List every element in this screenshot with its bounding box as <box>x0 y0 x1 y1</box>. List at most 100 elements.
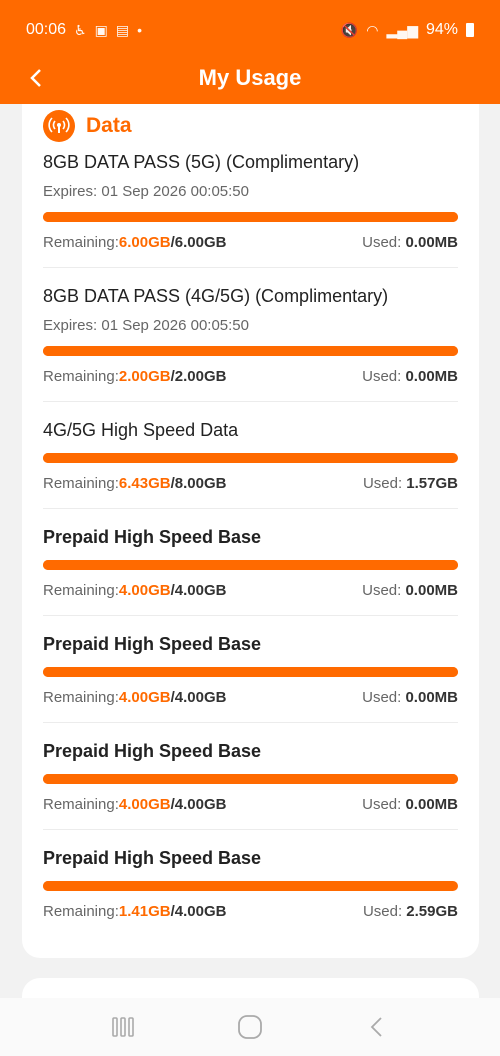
signal-icon: ▂▄▆ <box>386 21 418 38</box>
home-icon <box>238 1015 262 1039</box>
usage-row: Remaining:6.00GB/6.00GB Used: 0.00MB <box>43 234 458 251</box>
usage-progress-bar <box>43 560 458 570</box>
item-expires: Expires: 01 Sep 2026 00:05:50 <box>43 183 249 200</box>
usage-row: Remaining:4.00GB/4.00GB Used: 0.00MB <box>43 582 458 599</box>
usage-progress-fill <box>43 346 458 356</box>
total-value: 4.00GB <box>174 796 227 813</box>
page-title: My Usage <box>198 65 302 90</box>
remaining-group: Remaining:1.41GB/4.00GB <box>43 903 226 920</box>
usage-progress-fill <box>43 881 189 891</box>
battery-icon <box>466 23 474 37</box>
remaining-value: 1.41GB <box>118 903 171 920</box>
data-usage-card: Data 8GB DATA PASS (5G) (Complimentary) E… <box>22 104 479 958</box>
remaining-label: Remaining: <box>43 903 119 920</box>
remaining-value: 4.00GB <box>118 796 171 813</box>
used-value: 1.57GB <box>406 475 458 492</box>
remaining-label: Remaining: <box>43 689 119 706</box>
used-label: Used: <box>362 796 402 813</box>
used-label: Used: <box>362 475 403 492</box>
total-value: 4.00GB <box>174 582 227 599</box>
total-value: 4.00GB <box>174 689 227 706</box>
usage-progress-bar <box>43 774 458 784</box>
data-item: Prepaid High Speed Base Remaining:4.00GB/… <box>43 723 458 830</box>
used-label: Used: <box>362 234 402 251</box>
wifi-icon: ◠ <box>366 21 379 38</box>
used-group: Used: 0.00MB <box>362 796 458 813</box>
recents-button[interactable] <box>103 1007 143 1047</box>
total-value: 6.00GB <box>174 234 227 251</box>
remaining-group: Remaining:6.00GB/6.00GB <box>43 234 226 251</box>
gallery-icon: ▣ <box>94 21 108 38</box>
back-button[interactable] <box>26 64 54 92</box>
message-icon: ▤ <box>115 21 130 38</box>
status-right: 🔇 ◠ ▂▄▆ 94% <box>341 21 474 39</box>
usage-progress-fill <box>43 212 458 222</box>
total-value: 8.00GB <box>174 475 227 492</box>
data-item: 8GB DATA PASS (4G/5G) (Complimentary) Exp… <box>43 268 458 402</box>
total-value: 4.00GB <box>174 903 227 920</box>
remaining-label: Remaining: <box>43 368 119 385</box>
remaining-label: Remaining: <box>43 234 119 251</box>
item-expires: Expires: 01 Sep 2026 00:05:50 <box>43 317 249 334</box>
used-group: Used: 0.00MB <box>362 582 458 599</box>
remaining-group: Remaining:4.00GB/4.00GB <box>43 582 226 599</box>
used-value: 0.00MB <box>405 689 458 706</box>
remaining-group: Remaining:2.00GB/2.00GB <box>43 368 226 385</box>
usage-row: Remaining:2.00GB/2.00GB Used: 0.00MB <box>43 368 458 385</box>
usage-progress-fill <box>43 667 458 677</box>
data-item: Prepaid High Speed Base Remaining:4.00GB/… <box>43 616 458 723</box>
item-name: Prepaid High Speed Base <box>43 848 262 868</box>
remaining-label: Remaining: <box>43 796 119 813</box>
used-value: 0.00MB <box>405 582 458 599</box>
remaining-value: 4.00GB <box>118 582 171 599</box>
usage-progress-bar <box>43 881 458 891</box>
item-name: Prepaid High Speed Base <box>43 634 262 654</box>
item-name: 8GB DATA PASS (4G/5G) (Complimentary) <box>43 286 389 306</box>
status-bar: 00:06 ♿ ▣ ▤ • 🔇 ◠ ▂▄▆ 94% <box>0 0 500 60</box>
status-left: 00:06 ♿ ▣ ▤ • <box>26 21 142 39</box>
data-section-title: Data <box>86 114 132 137</box>
usage-row: Remaining:1.41GB/4.00GB Used: 2.59GB <box>43 903 458 920</box>
usage-row: Remaining:4.00GB/4.00GB Used: 0.00MB <box>43 689 458 706</box>
home-button[interactable] <box>230 1007 270 1047</box>
item-name: Prepaid High Speed Base <box>43 741 262 761</box>
item-name: Prepaid High Speed Base <box>43 527 262 547</box>
used-label: Used: <box>362 582 402 599</box>
usage-progress-bar <box>43 667 458 677</box>
data-items-list: 8GB DATA PASS (5G) (Complimentary) Expire… <box>43 146 458 936</box>
data-item: Prepaid High Speed Base Remaining:1.41GB/… <box>43 830 458 936</box>
used-group: Used: 0.00MB <box>362 368 458 385</box>
used-group: Used: 0.00MB <box>362 234 458 251</box>
back-nav-button[interactable] <box>357 1007 397 1047</box>
usage-progress-fill <box>43 453 375 463</box>
usage-row: Remaining:4.00GB/4.00GB Used: 0.00MB <box>43 796 458 813</box>
battery-percent: 94% <box>425 21 458 38</box>
used-value: 0.00MB <box>405 234 458 251</box>
used-group: Used: 0.00MB <box>362 689 458 706</box>
chevron-left-icon <box>30 69 41 87</box>
remaining-value: 6.43GB <box>118 475 171 492</box>
usage-row: Remaining:6.43GB/8.00GB Used: 1.57GB <box>43 475 458 492</box>
usage-progress-bar <box>43 346 458 356</box>
used-label: Used: <box>362 368 402 385</box>
status-time: 00:06 <box>26 21 67 38</box>
dot-icon: • <box>137 22 142 38</box>
usage-progress-fill <box>43 560 458 570</box>
total-value: 2.00GB <box>174 368 227 385</box>
item-name: 4G/5G High Speed Data <box>43 420 239 440</box>
remaining-label: Remaining: <box>43 475 119 492</box>
remaining-group: Remaining:4.00GB/4.00GB <box>43 796 226 813</box>
antenna-signal-icon <box>43 110 75 142</box>
used-value: 0.00MB <box>405 796 458 813</box>
remaining-group: Remaining:4.00GB/4.00GB <box>43 689 226 706</box>
used-value: 0.00MB <box>405 368 458 385</box>
used-label: Used: <box>362 689 402 706</box>
used-group: Used: 2.59GB <box>363 903 458 920</box>
usage-progress-fill <box>43 774 458 784</box>
data-item: 8GB DATA PASS (5G) (Complimentary) Expire… <box>43 146 458 268</box>
data-section-header: Data <box>43 106 458 146</box>
back-icon <box>370 1017 382 1037</box>
usage-progress-bar <box>43 453 458 463</box>
remaining-value: 4.00GB <box>118 689 171 706</box>
item-name: 8GB DATA PASS (5G) (Complimentary) <box>43 152 360 172</box>
